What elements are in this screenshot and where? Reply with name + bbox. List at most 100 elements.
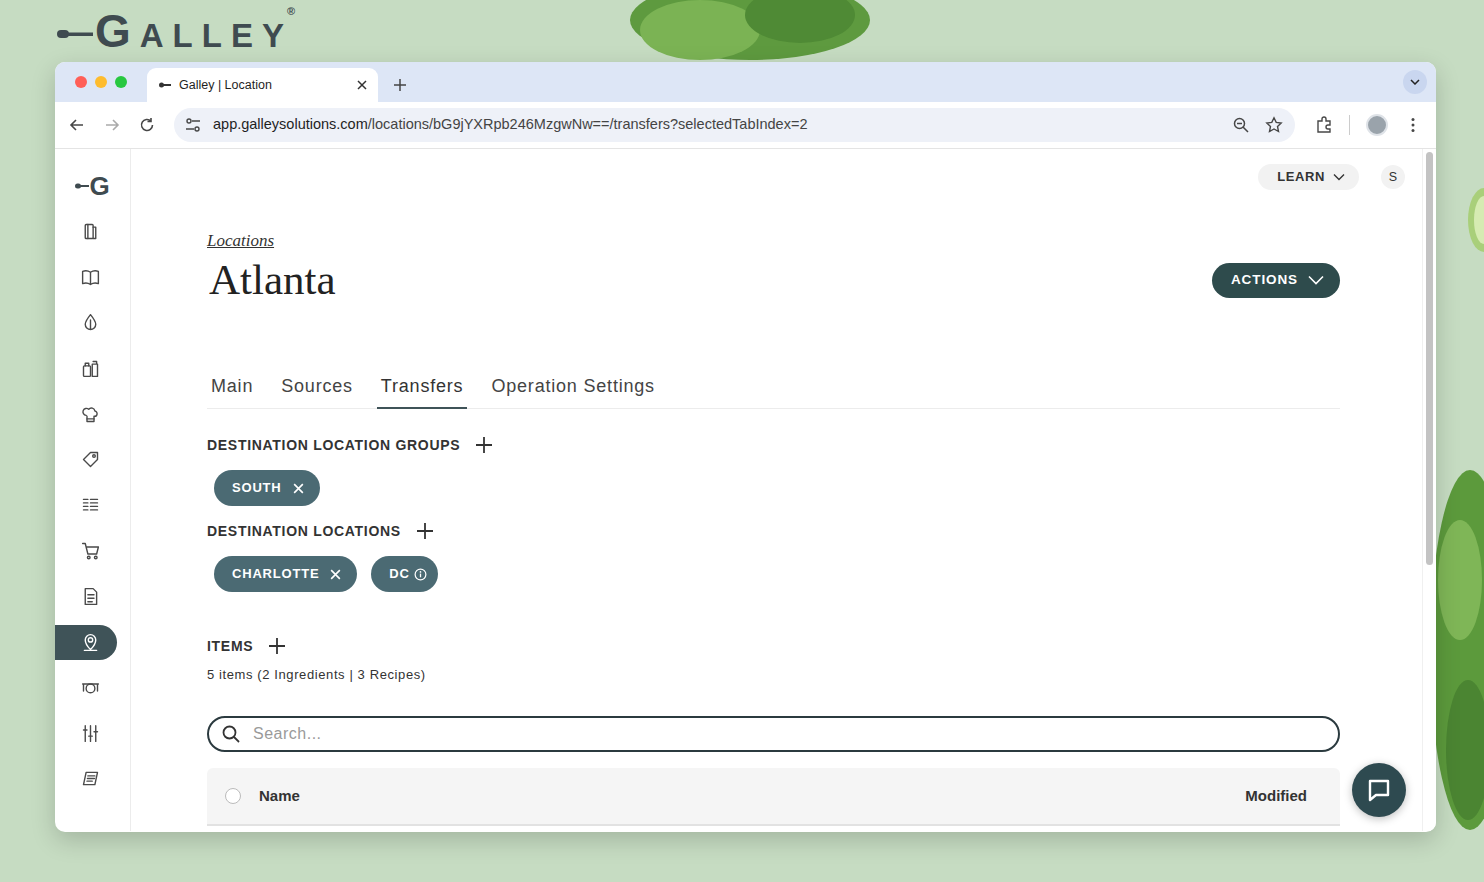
star-icon[interactable] [1265,116,1283,134]
breadcrumb-link[interactable]: Locations [207,230,1340,252]
back-icon[interactable] [68,116,86,134]
sidebar-button[interactable] [55,488,117,523]
sidebar-item[interactable] [55,391,130,437]
sidebar-button[interactable] [55,214,117,249]
cucumber-picture [1462,185,1484,255]
scrollbar[interactable] [1422,149,1436,831]
chip[interactable]: SOUTH [214,470,320,506]
chat-button[interactable] [1352,763,1406,817]
url-text: app.galleysolutions.com/locations/bG9jYX… [213,114,1232,136]
menu-icon[interactable] [1404,116,1422,134]
actions-button[interactable]: ACTIONS [1212,263,1340,298]
sidebar-button[interactable] [55,625,117,660]
top-bar: LEARN S [131,149,1422,190]
sidebar-item[interactable] [55,711,130,757]
reports-icon [80,768,101,789]
chef-icon [80,404,101,425]
sidebar-button[interactable] [55,761,117,796]
extensions-icon[interactable] [1315,116,1333,134]
document-icon [80,586,101,607]
logo-letter: G [89,167,109,206]
new-tab-icon[interactable] [392,77,408,93]
tab[interactable]: Operation Settings [487,374,659,409]
cart-icon [80,540,101,561]
forward-icon[interactable] [103,116,121,134]
learn-label: LEARN [1277,167,1325,187]
sidebar-button[interactable] [55,397,117,432]
sidebar-button[interactable] [55,351,117,386]
divider [1349,115,1350,135]
items-count: 5 items (2 Ingredients | 3 Recipes) [207,666,1340,684]
sidebar-item[interactable] [55,528,130,574]
tab-search-button[interactable] [1403,70,1427,94]
sidebar-item[interactable] [55,756,130,802]
column-header[interactable]: Name [259,785,1245,808]
sidebar-item[interactable] [55,665,130,711]
sidebar-item[interactable] [55,483,130,529]
tab[interactable]: Sources [277,374,357,409]
plus-icon[interactable] [267,636,287,656]
select-all-radio[interactable] [225,788,241,804]
scroll-thumb[interactable] [1426,152,1433,565]
chip[interactable]: DC [371,556,437,592]
sidebar-button[interactable] [55,670,117,705]
chip[interactable]: CHARLOTTE [214,556,357,592]
info-icon[interactable] [414,568,427,581]
chip-label: DC [389,564,409,584]
zoom-button[interactable] [115,76,127,88]
recipes-icon [80,267,101,288]
sidebar-button[interactable] [55,579,117,614]
learn-menu[interactable]: LEARN [1258,164,1359,190]
zoom-icon[interactable] [1232,116,1250,134]
sidebar-item[interactable] [55,619,130,665]
kale-top-picture [600,0,870,70]
sidebar-button[interactable] [55,442,117,477]
section-label: DESTINATION LOCATION GROUPS [207,435,460,456]
close-tab-icon[interactable] [356,79,368,91]
sidebar-item[interactable] [55,574,130,620]
user-avatar[interactable]: S [1381,165,1405,189]
url-field[interactable]: app.galleysolutions.com/locations/bG9jYX… [174,108,1295,142]
tab[interactable]: Main [207,374,257,409]
menus-icon [80,221,101,242]
close-button[interactable] [75,76,87,88]
plus-icon[interactable] [415,521,435,541]
sidebar-button[interactable] [55,260,117,295]
tab-strip: Galley | Location [55,62,1436,102]
ingredients-icon [80,312,101,333]
chip-label: CHARLOTTE [232,564,319,584]
sidebar-item[interactable] [55,209,130,255]
column-header[interactable]: Modified [1245,785,1307,808]
settings-icon [80,723,101,744]
browser-tab[interactable]: Galley | Location [147,68,378,102]
chat-icon [1366,777,1392,803]
sidebar-item[interactable] [55,255,130,301]
brand-logo: GALLEY® [95,8,295,54]
window-controls [75,76,127,88]
reload-icon[interactable] [138,116,156,134]
search-field[interactable] [207,716,1340,752]
sidebar-item[interactable] [55,437,130,483]
browser-window: Galley | Location app.galleysolutions.co… [55,62,1436,832]
site-info-icon[interactable] [184,116,202,134]
sidebar-button[interactable] [55,533,117,568]
chevron-down-icon [1308,275,1324,285]
sidebar-item[interactable] [55,300,130,346]
profile-avatar-icon[interactable] [1366,114,1388,136]
section-header: DESTINATION LOCATION GROUPS [207,433,1340,457]
app-content: G LEARNS LocationsAtlantaACTIONSMainSour… [55,149,1436,831]
list-icon [80,495,101,516]
section-label: DESTINATION LOCATIONS [207,521,401,542]
tab-title[interactable]: Galley | Location [179,76,348,95]
remove-icon[interactable] [292,482,305,495]
minimize-button[interactable] [95,76,107,88]
sidebar-item[interactable] [55,346,130,392]
plus-icon[interactable] [474,435,494,455]
sidebar-button[interactable] [55,716,117,751]
sidebar-button[interactable] [55,305,117,340]
search-input[interactable] [251,721,1324,747]
brand-bar: GALLEY® [0,0,1484,62]
app-logo[interactable]: G [55,167,130,205]
tab[interactable]: Transfers [377,374,468,409]
remove-icon[interactable] [329,568,342,581]
